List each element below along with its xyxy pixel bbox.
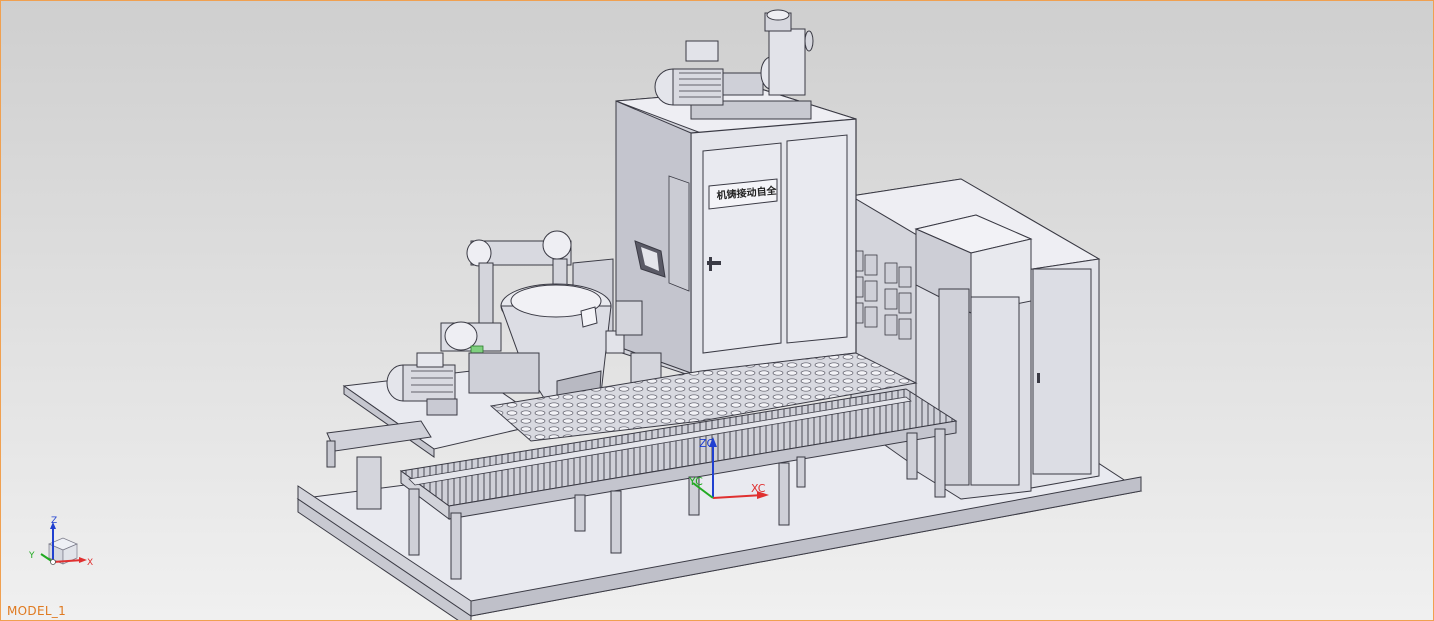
model-name-label: MODEL_1: [7, 604, 67, 618]
view-triad[interactable]: Z X Y: [21, 516, 106, 581]
pump-motor-assembly[interactable]: [654, 9, 814, 120]
wcs-xc-label: XC: [751, 482, 766, 495]
wcs-yc-label: YC: [688, 475, 703, 488]
electrical-enclosure[interactable]: [914, 214, 1033, 500]
triad-x-label: X: [87, 558, 93, 568]
triad-y-label: Y: [28, 551, 35, 561]
triad-z-label: Z: [51, 516, 57, 526]
casting-booth[interactable]: 机铸接动自全: [615, 88, 857, 380]
cad-model[interactable]: 机铸接动自全 XC YC ZC: [1, 1, 1433, 620]
wcs-zc-label: ZC: [699, 437, 715, 450]
graphics-viewport[interactable]: 机铸接动自全 XC YC ZC Z X Y MODEL_1: [0, 0, 1434, 621]
